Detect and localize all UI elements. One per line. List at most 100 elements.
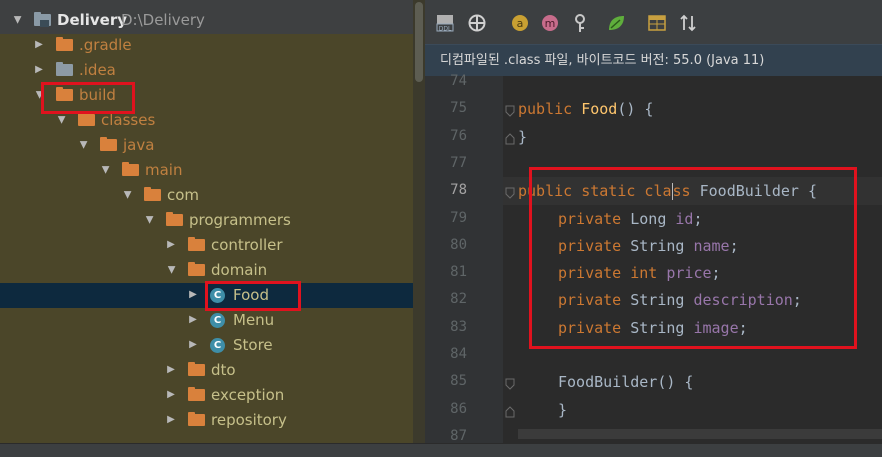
code-token: } <box>557 400 568 419</box>
folder-icon <box>188 262 205 278</box>
chevron-right-icon[interactable]: ▶ <box>188 339 198 351</box>
folder-icon <box>56 62 73 78</box>
bottom-status-strip <box>0 443 882 457</box>
chevron-down-icon[interactable]: ▶ <box>143 215 155 225</box>
chevron-down-icon[interactable]: ▶ <box>77 140 89 150</box>
chevron-down-icon[interactable]: ▶ <box>55 115 67 125</box>
highlight-box-food <box>205 281 301 311</box>
project-root-name: Delivery <box>57 11 128 29</box>
code-token: } <box>517 127 528 146</box>
line-number: 78 <box>450 182 467 199</box>
project-root-path: D:\Delivery <box>121 11 205 29</box>
chevron-right-icon[interactable]: ▶ <box>166 414 176 426</box>
tree-item-java[interactable]: ▶ java <box>0 133 413 158</box>
tree-item-controller[interactable]: ▶ controller <box>0 233 413 258</box>
tree-scrollbar[interactable] <box>413 0 425 443</box>
svg-text:m: m <box>545 17 556 30</box>
annotation-a-icon[interactable]: a <box>509 12 531 34</box>
line-number: 77 <box>450 154 467 171</box>
folder-icon <box>100 137 117 153</box>
line-number: 83 <box>450 318 467 335</box>
code-token: public <box>517 100 582 119</box>
line-number: 79 <box>450 209 467 226</box>
folder-icon <box>188 412 205 428</box>
tree-item-label: exception <box>211 386 285 404</box>
tree-item-exception[interactable]: ▶ exception <box>0 383 413 408</box>
folder-icon <box>78 112 95 128</box>
chevron-right-icon[interactable]: ▶ <box>188 314 198 326</box>
spring-leaf-icon[interactable] <box>605 12 627 34</box>
tree-item-label: dto <box>211 361 236 379</box>
tree-item-domain[interactable]: ▶ domain <box>0 258 413 283</box>
editor-horizontal-scrollbar[interactable] <box>518 429 882 439</box>
tree-item-store[interactable]: ▶ C Store <box>0 333 413 358</box>
tree-item-idea[interactable]: ▶ .idea <box>0 58 413 83</box>
tree-item-label: Menu <box>233 311 275 329</box>
tree-item-com[interactable]: ▶ com <box>0 183 413 208</box>
chevron-right-icon[interactable]: ▶ <box>34 64 44 76</box>
code-line[interactable]: FoodBuilder() { <box>558 373 693 391</box>
folder-icon <box>144 187 161 203</box>
folder-icon <box>188 387 205 403</box>
tree-item-label: Store <box>233 336 273 354</box>
tree-item-main[interactable]: ▶ main <box>0 158 413 183</box>
code-line[interactable]: } <box>558 401 567 419</box>
chevron-right-icon[interactable]: ▶ <box>166 239 176 251</box>
fold-marker-icon[interactable] <box>505 375 515 391</box>
highlight-box-foodbuilder <box>529 167 857 349</box>
tree-item-label: .idea <box>79 61 116 79</box>
chevron-down-icon[interactable]: ▶ <box>121 190 133 200</box>
project-folder-icon <box>34 12 51 28</box>
folder-icon <box>166 212 183 228</box>
tree-root-row[interactable]: ▶ Delivery D:\Delivery <box>0 8 413 33</box>
decompiled-banner: 디컴파일된 .class 파일, 바이트코드 버전: 55.0 (Java 11… <box>425 44 882 76</box>
chevron-down-icon[interactable]: ▶ <box>11 15 23 25</box>
highlight-box-build <box>41 82 135 114</box>
line-number: 81 <box>450 264 467 281</box>
sort-icon[interactable] <box>677 12 699 34</box>
line-number: 82 <box>450 291 467 308</box>
code-token: Food <box>581 100 618 119</box>
tree-item-programmers[interactable]: ▶ programmers <box>0 208 413 233</box>
tree-item-repository[interactable]: ▶ repository <box>0 408 413 433</box>
code-token: FoodBuilder() { <box>557 373 694 392</box>
tree-item-gradle[interactable]: ▶ .gradle <box>0 33 413 58</box>
code-line[interactable]: public Food() { <box>518 100 653 118</box>
tree-scrollbar-thumb[interactable] <box>415 2 423 82</box>
code-line[interactable]: } <box>518 128 527 146</box>
line-number: 74 <box>450 73 467 89</box>
tree-item-menu[interactable]: ▶ C Menu <box>0 308 413 333</box>
folder-icon <box>188 237 205 253</box>
tree-item-label: main <box>145 161 183 179</box>
chevron-right-icon[interactable]: ▶ <box>34 39 44 51</box>
line-number: 75 <box>450 100 467 117</box>
tree-item-label: domain <box>211 261 268 279</box>
line-number: 87 <box>450 427 467 443</box>
fold-marker-icon[interactable] <box>505 102 515 118</box>
line-number: 76 <box>450 127 467 144</box>
line-number: 85 <box>450 373 467 390</box>
chevron-down-icon[interactable]: ▶ <box>165 265 177 275</box>
project-tree-panel: ▶ Delivery D:\Delivery ▶ .gradle ▶ .idea ▶ bu… <box>0 0 425 443</box>
svg-text:a: a <box>517 17 524 30</box>
fold-marker-icon[interactable] <box>505 184 515 199</box>
fold-marker-icon[interactable] <box>505 130 515 145</box>
key-icon[interactable] <box>571 12 593 34</box>
method-m-icon[interactable]: m <box>539 12 561 34</box>
code-editor: DDL a m 디컴파일된 .class 파일, 바이트코드 버전: 55.0 … <box>425 0 882 443</box>
chevron-right-icon[interactable]: ▶ <box>188 289 198 301</box>
line-number: 86 <box>450 400 467 417</box>
editor-toolbar: DDL a m <box>425 0 882 44</box>
code-token: () { <box>617 100 654 119</box>
java-class-icon: C <box>210 338 225 353</box>
table-icon[interactable] <box>646 12 668 34</box>
line-number: 84 <box>450 346 467 362</box>
chevron-right-icon[interactable]: ▶ <box>166 389 176 401</box>
svg-text:DDL: DDL <box>439 26 452 33</box>
tree-item-dto[interactable]: ▶ dto <box>0 358 413 383</box>
fold-marker-icon[interactable] <box>505 403 515 418</box>
ddl-icon[interactable]: DDL <box>434 12 456 34</box>
crosshair-icon[interactable] <box>466 12 488 34</box>
chevron-right-icon[interactable]: ▶ <box>166 364 176 376</box>
chevron-down-icon[interactable]: ▶ <box>99 165 111 175</box>
